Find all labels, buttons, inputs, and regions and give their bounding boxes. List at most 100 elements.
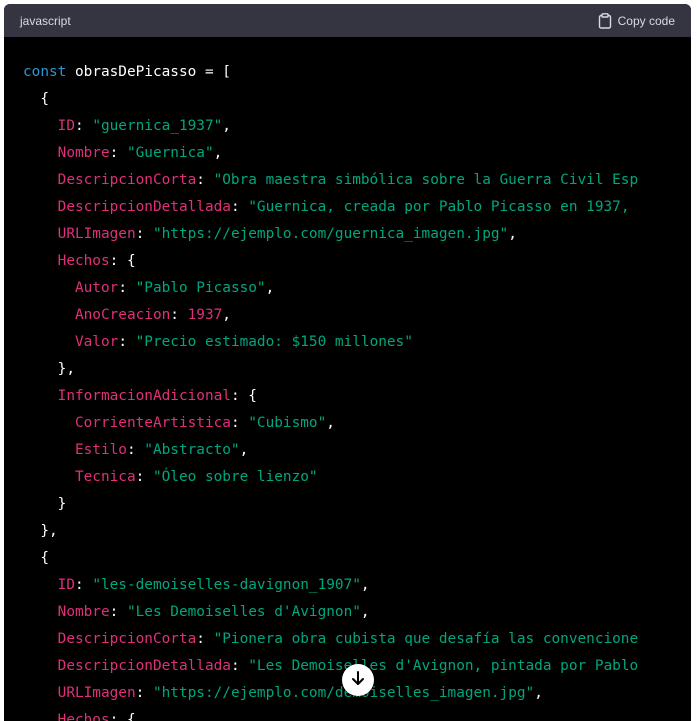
code-token-prop: URLImagen	[57, 685, 136, 701]
code-token-prop: DescripcionCorta	[57, 172, 197, 188]
code-line: URLImagen: "https://ejemplo.com/guernica…	[23, 221, 638, 248]
code-line: DescripcionDetallada: "Les Demoiselles d…	[23, 653, 639, 680]
code-token-ident: :	[196, 631, 214, 647]
code-token-ident: :	[109, 604, 127, 620]
code-token-prop: ID	[57, 118, 75, 134]
code-token-prop: Autor	[74, 280, 119, 296]
code-line: Estilo: "Abstracto",	[23, 437, 638, 464]
scroll-to-bottom-button[interactable]	[342, 664, 374, 696]
code-line: Hechos: {	[23, 707, 638, 721]
code-line: URLImagen: "https://ejemplo.com/demoisel…	[23, 680, 638, 707]
code-block: javascript Copy code const obrasDePicass…	[4, 4, 691, 721]
code-token-ident: ,	[265, 280, 275, 296]
code-token-ident: ,	[222, 307, 231, 323]
code-line: }	[23, 491, 638, 518]
code-line: DescripcionDetallada: "Guernica, creada …	[23, 194, 638, 221]
code-line: const obrasDePicasso = [	[23, 59, 638, 86]
code-token-ident: },	[23, 523, 58, 539]
code-token-kw: const	[23, 64, 67, 80]
code-token-ident: :	[109, 145, 127, 161]
code-token-str: "Obra maestra simbólica sobre la Guerra …	[213, 172, 639, 188]
code-token-ident: :	[135, 685, 153, 701]
code-token-ident: :	[118, 334, 136, 350]
code-token-ident: :	[74, 118, 93, 134]
code-token-prop: DescripcionDetallada	[57, 199, 231, 215]
code-token-prop: Hechos	[57, 712, 110, 721]
code-token-ident: :	[170, 307, 188, 323]
code-token-ident	[23, 442, 75, 458]
code-token-ident: :	[135, 226, 153, 242]
code-token-prop: CorrienteArtistica	[74, 415, 231, 431]
code-token-ident: :	[135, 469, 153, 485]
code-line: Nombre: "Guernica",	[23, 140, 638, 167]
code-token-ident	[23, 658, 58, 674]
code-content: const obrasDePicasso = [ { ID: "guernica…	[4, 59, 638, 721]
code-token-str: "guernica_1937"	[92, 118, 223, 134]
code-token-str: "https://ejemplo.com/guernica_imagen.jpg…	[152, 226, 509, 242]
code-token-str: "Precio estimado: $150 millones"	[135, 334, 413, 350]
code-token-ident: :	[74, 577, 93, 593]
code-token-ident: ,	[222, 118, 231, 134]
code-token-ident	[23, 118, 58, 134]
code-token-str: "Pablo Picasso"	[135, 280, 266, 296]
code-line: },	[23, 356, 638, 383]
code-token-ident: :	[196, 172, 214, 188]
code-line: {	[23, 545, 638, 572]
code-line: Valor: "Precio estimado: $150 millones"	[23, 329, 638, 356]
code-token-ident	[23, 604, 58, 620]
clipboard-icon	[598, 12, 612, 29]
code-token-str: "Pionera obra cubista que desafía las co…	[213, 631, 639, 647]
code-token-prop: Tecnica	[74, 469, 136, 485]
code-token-ident	[23, 253, 58, 269]
code-token-ident	[23, 226, 58, 242]
code-token-ident	[23, 712, 58, 721]
code-token-ident	[23, 577, 58, 593]
code-token-prop: Nombre	[57, 604, 110, 620]
code-token-prop: Estilo	[74, 442, 127, 458]
code-token-ident: : {	[109, 712, 136, 721]
code-token-ident: ,	[239, 442, 249, 458]
code-token-prop: URLImagen	[57, 226, 136, 242]
code-token-str: "Les Demoiselles d'Avignon, pintada por …	[248, 658, 639, 674]
code-token-ident	[23, 415, 75, 431]
copy-code-label: Copy code	[617, 13, 675, 28]
code-token-ident	[23, 199, 58, 215]
code-token-ident: :	[118, 280, 136, 296]
code-token-ident: }	[23, 496, 67, 512]
code-token-prop: DescripcionDetallada	[57, 658, 231, 674]
code-line: Tecnica: "Óleo sobre lienzo"	[23, 464, 638, 491]
code-token-ident: :	[230, 415, 249, 431]
code-token-str: "Les Demoiselles d'Avignon"	[126, 604, 361, 620]
code-token-ident	[23, 631, 58, 647]
code-token-ident	[23, 307, 75, 323]
code-token-ident: },	[23, 361, 75, 377]
code-token-ident: : {	[109, 253, 136, 269]
code-token-str: "les-demoiselles-davignon_1907"	[92, 577, 361, 593]
code-token-ident: :	[230, 658, 249, 674]
code-token-ident	[23, 172, 58, 188]
code-token-ident: {	[23, 550, 49, 566]
code-token-str: "Cubismo"	[248, 415, 327, 431]
code-token-num: 1937	[187, 307, 223, 323]
code-token-str: "Óleo sobre lienzo"	[152, 469, 318, 485]
code-token-ident: ,	[360, 604, 370, 620]
code-token-ident: ,	[360, 577, 370, 593]
code-token-ident: ,	[534, 685, 543, 701]
arrow-down-icon	[350, 670, 366, 691]
code-token-str: "Guernica"	[126, 145, 214, 161]
code-token-ident: :	[230, 199, 249, 215]
code-line: Nombre: "Les Demoiselles d'Avignon",	[23, 599, 638, 626]
code-token-str: "Abstracto"	[144, 442, 240, 458]
code-token-ident: : {	[230, 388, 257, 404]
copy-code-button[interactable]: Copy code	[598, 12, 675, 29]
code-token-ident	[23, 685, 58, 701]
code-line: },	[23, 518, 638, 545]
code-token-ident	[23, 145, 58, 161]
code-line: DescripcionCorta: "Obra maestra simbólic…	[23, 167, 638, 194]
code-token-prop: Nombre	[57, 145, 110, 161]
code-token-ident: obrasDePicasso = [	[66, 64, 231, 80]
code-header: javascript Copy code	[4, 4, 691, 37]
code-line: ID: "guernica_1937",	[23, 113, 638, 140]
code-token-prop: AnoCreacion	[74, 307, 171, 323]
code-token-ident: :	[126, 442, 145, 458]
